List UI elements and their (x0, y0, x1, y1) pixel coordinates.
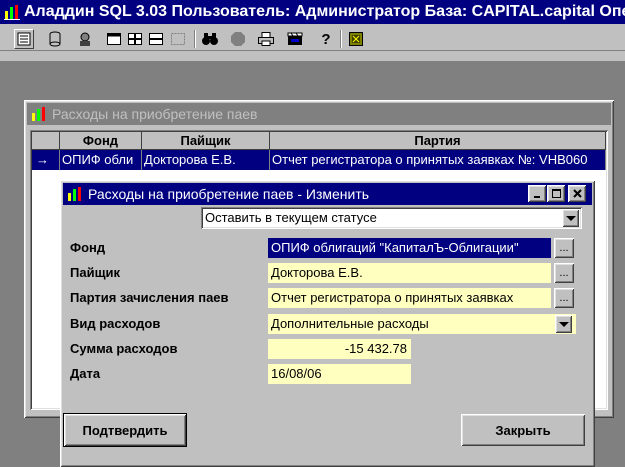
amount-field[interactable]: -15 432.78 (268, 339, 411, 359)
database-icon[interactable] (45, 29, 65, 49)
toolbar-separator (340, 30, 342, 48)
close-icon (572, 189, 582, 198)
label-expense-type: Вид расходов (70, 316, 161, 331)
status-select[interactable]: Оставить в текущем статусе (201, 207, 582, 229)
grid-indicator-header (32, 132, 60, 150)
expense-type-select[interactable]: Дополнительные расходы (268, 314, 576, 334)
expense-type-value: Дополнительные расходы (271, 316, 429, 331)
expenses-list-title: Расходы на приобретение паев (52, 106, 258, 122)
stop-icon[interactable] (228, 29, 248, 49)
mdi-top-strip (0, 51, 625, 61)
fund-field[interactable]: ОПИФ облигаций "КапиталЪ-Облигации" (268, 238, 551, 258)
minimize-icon (534, 195, 540, 198)
label-fund: Фонд (70, 240, 106, 255)
app-title: Аладдин SQL 3.03 Пользователь: Администр… (24, 3, 625, 20)
binoculars-icon[interactable] (200, 29, 220, 49)
status-dropdown-button[interactable] (562, 209, 579, 227)
dialog-title: Расходы на приобретение паев - Изменить (88, 186, 370, 202)
holder-lookup-button[interactable]: ... (554, 263, 574, 283)
label-date: Дата (70, 366, 101, 381)
window-icon[interactable] (104, 29, 124, 49)
movie-icon[interactable] (285, 29, 305, 49)
edit-expense-dialog[interactable]: Расходы на приобретение паев - Изменить … (60, 180, 595, 467)
toolbar: ? (0, 27, 625, 51)
batch-field[interactable]: Отчет регистратора о принятых заявках (268, 288, 551, 308)
printer-icon[interactable] (256, 29, 276, 49)
expense-type-dropdown-button[interactable] (555, 315, 572, 333)
expenses-list-titlebar[interactable]: Расходы на приобретение паев (27, 103, 611, 125)
label-amount: Сумма расходов (70, 341, 178, 356)
batch-lookup-button[interactable]: ... (554, 288, 574, 308)
app-icon (30, 105, 48, 123)
user-gear-icon[interactable] (75, 29, 95, 49)
fund-lookup-button[interactable]: ... (554, 238, 574, 258)
chevron-down-icon (565, 215, 576, 221)
column-header-holder[interactable]: Пайщик (142, 132, 270, 150)
cascade-icon[interactable] (146, 29, 166, 49)
label-batch: Партия зачисления паев (70, 290, 229, 305)
cell-holder[interactable]: Докторова Е.В. (142, 150, 270, 170)
minimize-button[interactable] (528, 185, 546, 202)
holder-field[interactable]: Докторова Е.В. (268, 263, 551, 283)
row-indicator: → (32, 150, 60, 170)
minimize-all-icon[interactable] (168, 29, 188, 49)
cell-fund[interactable]: ОПИФ обли (60, 150, 142, 170)
close-button[interactable]: Закрыть (461, 414, 585, 446)
exit-icon[interactable] (346, 29, 366, 49)
help-icon[interactable]: ? (316, 29, 336, 49)
close-window-button[interactable] (568, 185, 586, 202)
maximize-icon (551, 189, 561, 198)
column-header-fund[interactable]: Фонд (60, 132, 142, 150)
app-icon (66, 185, 84, 203)
app-titlebar: Аладдин SQL 3.03 Пользователь: Администр… (0, 0, 625, 24)
app-icon (3, 3, 21, 21)
column-header-batch[interactable]: Партия (270, 132, 606, 150)
confirm-button[interactable]: Подтвердить (63, 413, 187, 447)
status-select-value: Оставить в текущем статусе (205, 210, 377, 225)
date-field[interactable]: 16/08/06 (268, 364, 411, 384)
maximize-button[interactable] (547, 185, 565, 202)
cell-batch[interactable]: Отчет регистратора о принятых заявках №:… (270, 150, 606, 170)
label-holder: Пайщик (70, 265, 121, 280)
tile-icon[interactable] (125, 29, 145, 49)
chevron-down-icon (558, 321, 569, 327)
list-icon[interactable] (14, 29, 34, 49)
toolbar-separator (194, 30, 196, 48)
dialog-titlebar[interactable]: Расходы на приобретение паев - Изменить (63, 183, 592, 205)
